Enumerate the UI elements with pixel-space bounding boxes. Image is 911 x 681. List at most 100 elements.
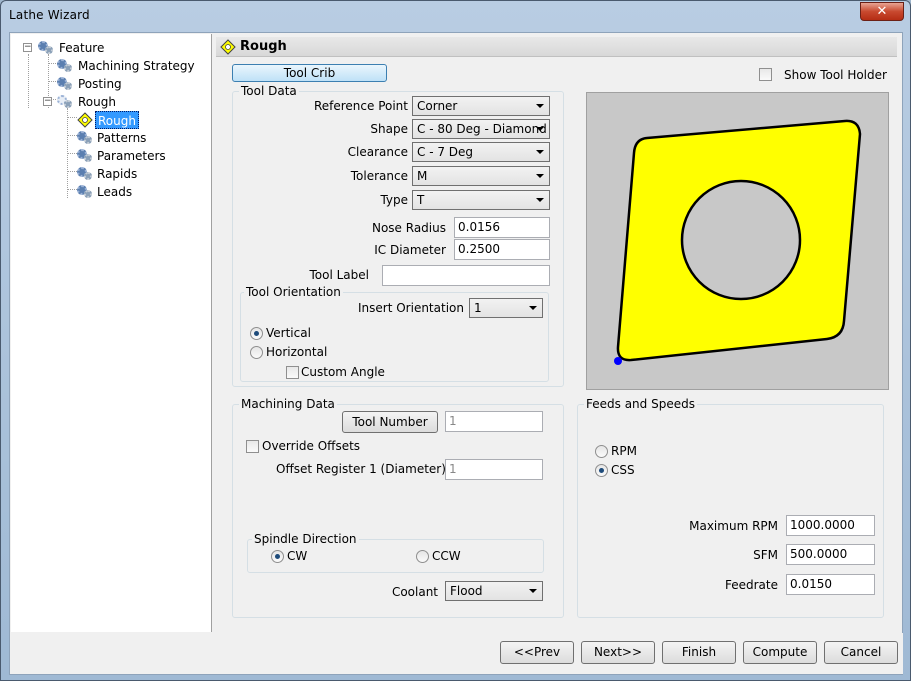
tree-line	[67, 135, 77, 136]
chevron-down-icon	[536, 198, 544, 202]
finish-button[interactable]: Finish	[662, 641, 736, 664]
maximum-rpm-label: Maximum RPM	[689, 519, 778, 533]
tree-line	[67, 171, 77, 172]
chevron-down-icon	[529, 306, 537, 310]
machining-data-title: Machining Data	[239, 397, 337, 411]
spindle-direction-title: Spindle Direction	[252, 532, 359, 546]
type-select[interactable]: T	[412, 190, 550, 210]
vertical-label: Vertical	[266, 326, 311, 340]
insert-preview	[586, 92, 889, 390]
custom-angle-label: Custom Angle	[301, 365, 385, 379]
tool-data-title: Tool Data	[239, 84, 299, 98]
insert-orientation-label: Insert Orientation	[358, 301, 464, 315]
panel-title: Rough	[240, 39, 287, 54]
horizontal-label: Horizontal	[266, 345, 328, 359]
collapse-rough-icon[interactable]: −	[43, 97, 52, 106]
css-label: CSS	[611, 463, 635, 477]
override-offsets-label: Override Offsets	[262, 439, 361, 453]
tree-item-patterns[interactable]: Patterns	[97, 129, 146, 147]
prev-button[interactable]: <<Prev	[500, 641, 574, 664]
lathe-wizard-window: Lathe Wizard ✕ − Feature Machining Strat…	[0, 0, 911, 681]
chevron-down-icon	[536, 127, 544, 131]
client-area: − Feature Machining Strategy Posting − R…	[9, 32, 903, 675]
tree-item-leads[interactable]: Leads	[97, 183, 132, 201]
css-radio[interactable]	[595, 464, 608, 477]
close-button[interactable]: ✕	[860, 2, 904, 21]
gear-icon	[57, 57, 73, 73]
next-button[interactable]: Next>>	[581, 641, 655, 664]
tool-crib-button[interactable]: Tool Crib	[232, 64, 387, 82]
type-label: Type	[380, 193, 408, 207]
override-offsets-checkbox[interactable]	[246, 440, 259, 453]
chevron-down-icon	[536, 104, 544, 108]
gear-icon	[38, 39, 54, 55]
ic-diameter-field[interactable]: 0.2500	[454, 239, 550, 260]
cw-radio[interactable]	[271, 550, 284, 563]
gear-icon	[77, 183, 93, 199]
gear-icon	[77, 129, 93, 145]
insert-orientation-select[interactable]: 1	[469, 298, 543, 318]
insert-preview-drawing	[614, 119, 862, 365]
coolant-select[interactable]: Flood	[445, 581, 543, 601]
tree-line	[28, 54, 29, 108]
window-title: Lathe Wizard	[9, 8, 90, 22]
maximum-rpm-field[interactable]: 1000.0000	[786, 515, 875, 536]
custom-angle-checkbox[interactable]	[286, 366, 299, 379]
nose-radius-label: Nose Radius	[371, 221, 446, 235]
rough-insert-icon	[77, 112, 93, 128]
chevron-down-icon	[529, 589, 537, 593]
chevron-down-icon	[536, 150, 544, 154]
nose-radius-field[interactable]: 0.0156	[454, 217, 550, 238]
rpm-label: RPM	[611, 444, 637, 458]
tool-label-label: Tool Label	[309, 268, 370, 282]
tree-item-posting[interactable]: Posting	[78, 75, 122, 93]
feedrate-field[interactable]: 0.0150	[786, 574, 875, 595]
horizontal-radio[interactable]	[250, 346, 263, 359]
tolerance-select[interactable]: M	[412, 166, 550, 186]
reference-point-select[interactable]: Corner	[412, 96, 550, 116]
rough-panel: Rough Tool Crib Show Tool Holder Tool Da…	[216, 37, 897, 631]
ic-diameter-label: IC Diameter	[374, 243, 446, 257]
shape-label: Shape	[370, 122, 408, 136]
tool-number-field[interactable]: 1	[445, 411, 543, 432]
ccw-label: CCW	[432, 549, 461, 563]
tolerance-label: Tolerance	[350, 169, 408, 183]
compute-button[interactable]: Compute	[743, 641, 817, 664]
tree-item-feature[interactable]: Feature	[59, 39, 104, 57]
panel-header: Rough	[216, 37, 897, 57]
show-tool-holder-checkbox[interactable]	[759, 68, 772, 81]
gear-icon	[57, 75, 73, 91]
offset-register-field[interactable]: 1	[445, 459, 543, 480]
tree-item-rapids[interactable]: Rapids	[97, 165, 137, 183]
tool-orientation-title: Tool Orientation	[244, 285, 343, 299]
tree-item-machining-strategy[interactable]: Machining Strategy	[78, 57, 195, 75]
gear-icon	[57, 93, 73, 109]
collapse-feature-icon[interactable]: −	[23, 43, 32, 52]
reference-point-label: Reference Point	[313, 99, 408, 113]
tree-item-rough-selected[interactable]: Rough	[95, 111, 139, 129]
shape-select[interactable]: C - 80 Deg - Diamond	[412, 119, 550, 139]
tree-line	[67, 189, 77, 190]
cw-label: CW	[287, 549, 308, 563]
clearance-select[interactable]: C - 7 Deg	[412, 142, 550, 162]
coolant-label: Coolant	[391, 585, 438, 599]
wizard-button-bar: <<Prev Next>> Finish Compute Cancel	[11, 633, 903, 674]
show-tool-holder-label: Show Tool Holder	[784, 68, 887, 82]
title-bar[interactable]: Lathe Wizard ✕	[1, 1, 910, 31]
gear-icon	[77, 165, 93, 181]
offset-register-label: Offset Register 1 (Diameter)	[276, 462, 446, 476]
tool-number-button[interactable]: Tool Number	[342, 411, 438, 433]
tree-line	[67, 153, 77, 154]
rpm-radio[interactable]	[595, 445, 608, 458]
cancel-button[interactable]: Cancel	[824, 641, 898, 664]
vertical-radio[interactable]	[250, 327, 263, 340]
rough-insert-icon	[220, 39, 236, 55]
feeds-speeds-title: Feeds and Speeds	[584, 397, 697, 411]
tool-label-field[interactable]	[382, 265, 550, 286]
ccw-radio[interactable]	[416, 550, 429, 563]
chevron-down-icon	[536, 174, 544, 178]
feature-tree[interactable]: − Feature Machining Strategy Posting − R…	[11, 34, 212, 632]
sfm-field[interactable]: 500.0000	[786, 544, 875, 565]
tree-item-rough-group[interactable]: Rough	[78, 93, 116, 111]
tree-item-parameters[interactable]: Parameters	[97, 147, 166, 165]
